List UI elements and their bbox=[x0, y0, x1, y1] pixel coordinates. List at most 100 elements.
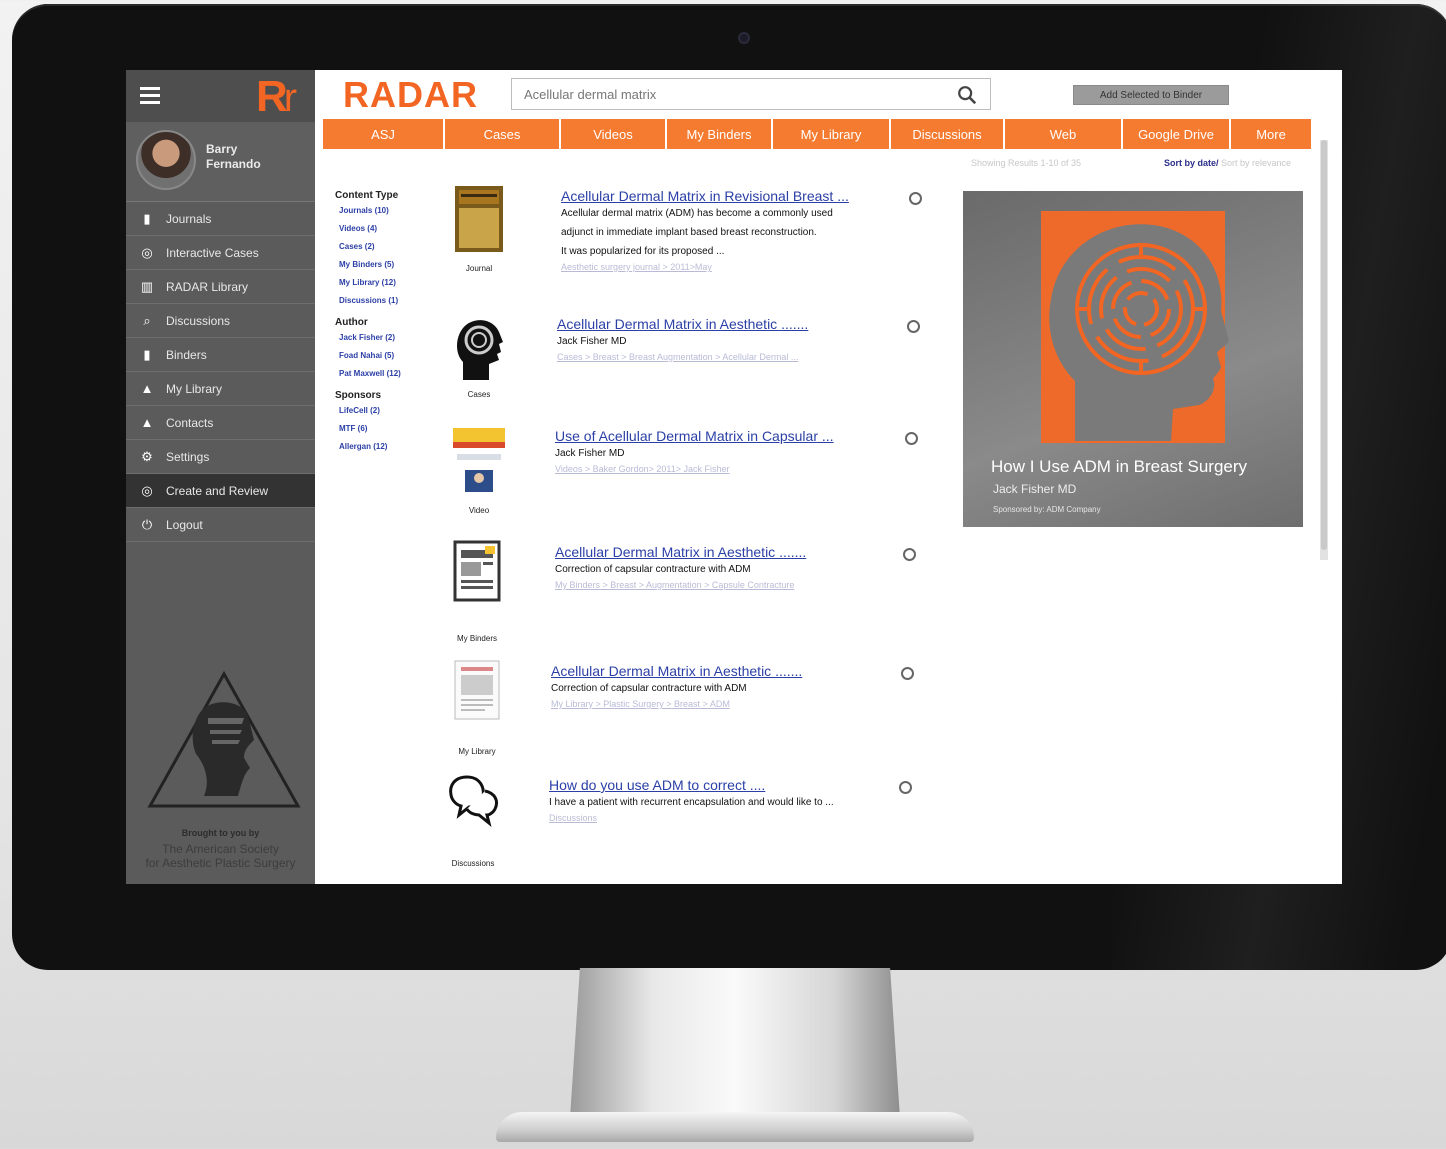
result-thumbnail-discussions[interactable] bbox=[447, 771, 503, 832]
select-result-radio[interactable] bbox=[903, 548, 916, 561]
sidebar-item-radar-library[interactable]: ▥ RADAR Library bbox=[126, 270, 315, 304]
sidebar-item-binders[interactable]: ▮ Binders bbox=[126, 338, 315, 372]
power-icon: ⏻ bbox=[141, 516, 153, 532]
sidebar-item-settings[interactable]: ⚙ Settings bbox=[126, 440, 315, 474]
result-thumbnail-video[interactable] bbox=[453, 428, 505, 499]
filter-link[interactable]: Journals (10) bbox=[339, 206, 435, 215]
user-icon: ▲ bbox=[140, 381, 154, 396]
result-type-label: Journal bbox=[465, 264, 493, 273]
sidebar-nav: ▮ Journals ◎ Interactive Cases ▥ RADAR Librar… bbox=[126, 202, 315, 542]
filter-heading: Sponsors bbox=[335, 390, 382, 401]
sponsor-block: Brought to you by The American Society f… bbox=[126, 670, 315, 884]
result-breadcrumb[interactable]: Cases > Breast > Breast Augmentation > A… bbox=[557, 352, 798, 362]
user-profile[interactable]: Barry Fernando bbox=[126, 122, 315, 202]
sidebar-item-journals[interactable]: ▮ Journals bbox=[126, 202, 315, 236]
hamburger-menu-icon[interactable] bbox=[140, 87, 160, 105]
filter-link[interactable]: Jack Fisher (2) bbox=[339, 333, 435, 342]
sidebar-item-create-and-review[interactable]: ◎ Create and Review bbox=[126, 474, 315, 508]
tab-videos[interactable]: Videos bbox=[561, 119, 667, 149]
sidebar-item-label: Settings bbox=[166, 449, 210, 464]
result-title-link[interactable]: Acellular Dermal Matrix in Revisional Br… bbox=[561, 188, 849, 204]
tab-web[interactable]: Web bbox=[1005, 119, 1123, 149]
snippet-line: Jack Fisher MD bbox=[557, 336, 627, 347]
contacts-icon: ▲ bbox=[140, 415, 154, 430]
sidebar-item-label: Contacts bbox=[166, 415, 214, 430]
featured-video-card[interactable]: How I Use ADM in Breast Surgery Jack Fis… bbox=[963, 191, 1303, 527]
tab-my-binders[interactable]: My Binders bbox=[667, 119, 773, 149]
tab-my-library[interactable]: My Library bbox=[773, 119, 891, 149]
filter-link[interactable]: My Binders (5) bbox=[339, 260, 435, 269]
case-icon: ◎ bbox=[141, 244, 153, 260]
filter-link[interactable]: LifeCell (2) bbox=[339, 406, 435, 415]
filter-link[interactable]: Pat Maxwell (12) bbox=[339, 369, 435, 378]
select-result-radio[interactable] bbox=[899, 781, 912, 794]
select-result-radio[interactable] bbox=[907, 320, 920, 333]
avatar bbox=[136, 130, 196, 190]
snippet-line: Jack Fisher MD bbox=[555, 448, 625, 459]
result-breadcrumb[interactable]: My Binders > Breast > Augmentation > Cap… bbox=[555, 580, 794, 590]
tab-google-drive[interactable]: Google Drive bbox=[1123, 119, 1231, 149]
gear-icon: ⚙ bbox=[141, 448, 153, 464]
add-selected-to-binder-button[interactable]: Add Selected to Binder bbox=[1073, 85, 1229, 105]
sort-by-relevance-link[interactable]: Sort by relevance bbox=[1221, 158, 1291, 168]
sidebar-header: Rr bbox=[126, 70, 315, 122]
journal-icon: ▮ bbox=[143, 210, 151, 226]
result-thumbnail-cases[interactable] bbox=[453, 316, 505, 385]
sidebar-item-contacts[interactable]: ▲ Contacts bbox=[126, 406, 315, 440]
result-thumbnail-my-binders[interactable] bbox=[451, 540, 503, 607]
sidebar-item-label: Interactive Cases bbox=[166, 245, 259, 260]
select-result-radio[interactable] bbox=[909, 192, 922, 205]
review-icon: ◎ bbox=[141, 482, 153, 498]
tab-more[interactable]: More bbox=[1231, 119, 1313, 149]
result-snippet: Correction of capsular contracture with … bbox=[551, 679, 861, 698]
sidebar-item-label: Discussions bbox=[166, 313, 231, 328]
filter-link[interactable]: Foad Nahai (5) bbox=[339, 351, 435, 360]
result-type-label: Cases bbox=[467, 390, 491, 399]
nefertiti-logo-icon bbox=[147, 670, 301, 808]
society-name: The American Society for Aesthetic Plast… bbox=[126, 842, 315, 870]
sidebar-item-label: Binders bbox=[166, 347, 207, 362]
webcam-icon bbox=[738, 32, 750, 44]
filter-link[interactable]: Cases (2) bbox=[339, 242, 435, 251]
sort-by-date-link[interactable]: Sort by date/ bbox=[1164, 158, 1219, 168]
filter-group: Sponsors LifeCell (2) MTF (6) Allergan (12) bbox=[335, 390, 435, 451]
result-title-link[interactable]: Acellular Dermal Matrix in Aesthetic ...… bbox=[551, 663, 802, 679]
tab-discussions[interactable]: Discussions bbox=[891, 119, 1005, 149]
result-thumbnail-journal[interactable] bbox=[453, 184, 505, 259]
search-icon[interactable] bbox=[956, 84, 978, 106]
sidebar-item-discussions[interactable]: ⌕ Discussions bbox=[126, 304, 315, 338]
filter-link[interactable]: MTF (6) bbox=[339, 424, 435, 433]
filter-link[interactable]: Allergan (12) bbox=[339, 442, 435, 451]
result-breadcrumb[interactable]: Videos > Baker Gordon> 2011> Jack Fisher bbox=[555, 464, 730, 474]
result-title-link[interactable]: Acellular Dermal Matrix in Aesthetic ...… bbox=[557, 316, 808, 332]
tab-asj[interactable]: ASJ bbox=[323, 119, 445, 149]
scrollbar-thumb[interactable] bbox=[1321, 140, 1327, 550]
sidebar-item-interactive-cases[interactable]: ◎ Interactive Cases bbox=[126, 236, 315, 270]
result-breadcrumb[interactable]: Discussions bbox=[549, 813, 597, 823]
select-result-radio[interactable] bbox=[901, 667, 914, 680]
snippet-line: It was popularized for its proposed ... bbox=[561, 246, 725, 257]
filter-link[interactable]: My Library (12) bbox=[339, 278, 435, 287]
sidebar-item-logout[interactable]: ⏻ Logout bbox=[126, 508, 315, 542]
filter-panel: Content Type Journals (10) Videos (4) Cases… bbox=[335, 190, 435, 463]
result-title-link[interactable]: Use of Acellular Dermal Matrix in Capsul… bbox=[555, 428, 834, 444]
monitor-stand bbox=[570, 968, 900, 1118]
select-result-radio[interactable] bbox=[905, 432, 918, 445]
result-title-link[interactable]: How do you use ADM to correct .... bbox=[549, 777, 765, 793]
filter-link[interactable]: Discussions (1) bbox=[339, 296, 435, 305]
sidebar-item-my-library[interactable]: ▲ My Library bbox=[126, 372, 315, 406]
result-snippet: Jack Fisher MD bbox=[555, 444, 865, 463]
result-title-link[interactable]: Acellular Dermal Matrix in Aesthetic ...… bbox=[555, 544, 806, 560]
result-breadcrumb[interactable]: Aesthetic surgery journal > 2011>May bbox=[561, 262, 712, 272]
result-type-label: Video bbox=[468, 506, 490, 515]
result-breadcrumb[interactable]: My Library > Plastic Surgery > Breast > … bbox=[551, 699, 730, 709]
result-type-label: Discussions bbox=[451, 859, 495, 868]
main-content: RADAR Acellular dermal matrix Add Select… bbox=[315, 70, 1342, 884]
discussion-icon: ⌕ bbox=[143, 312, 151, 328]
search-input[interactable]: Acellular dermal matrix bbox=[511, 78, 991, 110]
tab-cases[interactable]: Cases bbox=[445, 119, 561, 149]
filter-link[interactable]: Videos (4) bbox=[339, 224, 435, 233]
app-screen: Rr Barry Fernando ▮ Journals ◎ Interactive … bbox=[126, 70, 1342, 884]
result-thumbnail-my-library[interactable] bbox=[451, 659, 503, 726]
library-icon: ▥ bbox=[140, 278, 154, 294]
